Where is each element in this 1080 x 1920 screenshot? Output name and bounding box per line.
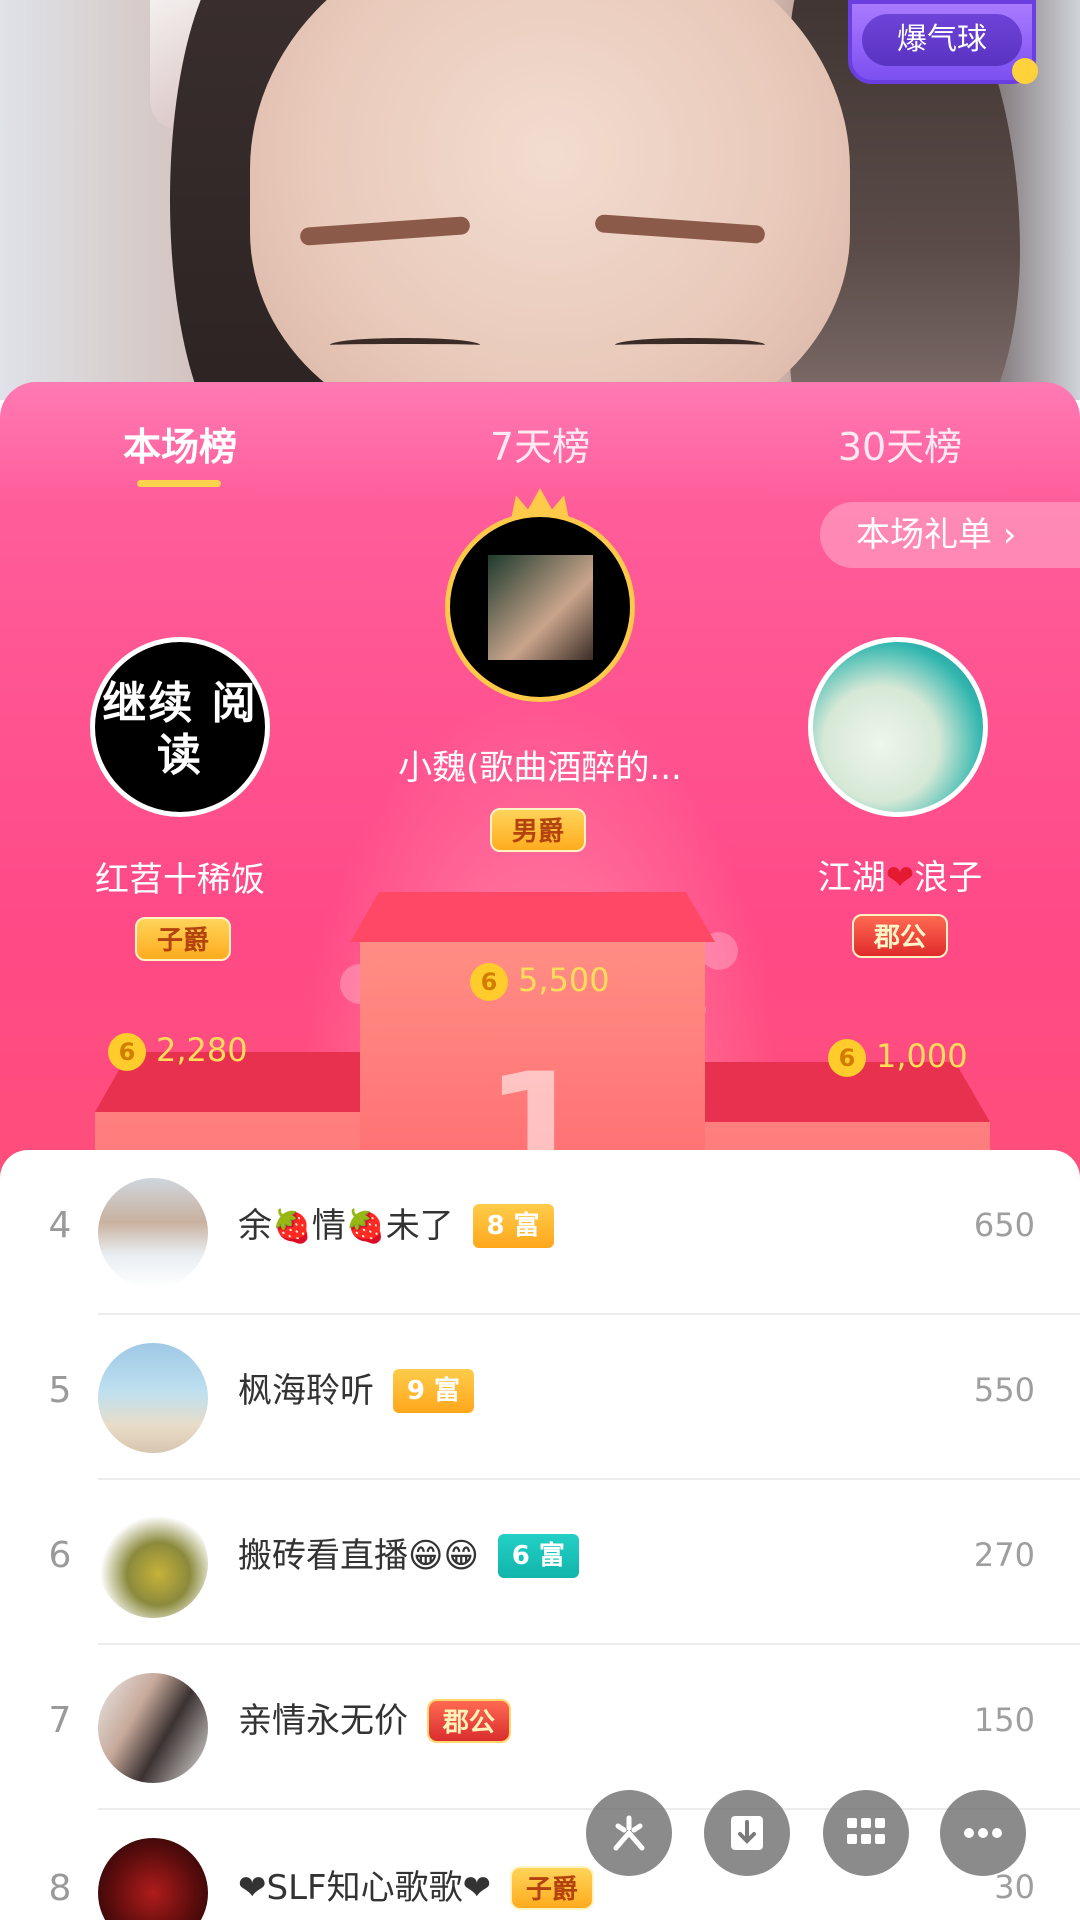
rank-number: 4 bbox=[48, 1205, 72, 1246]
user-name: 搬砖看直播😁😁 6 富 bbox=[238, 1534, 579, 1578]
name-text: 余 bbox=[238, 1206, 272, 1246]
video-eye-right bbox=[615, 338, 765, 352]
name-text: 枫海聆听 bbox=[238, 1371, 374, 1411]
list-item[interactable]: 7 亲情永无价 郡公 150 bbox=[0, 1645, 1080, 1810]
name-text: 情 bbox=[311, 1206, 346, 1246]
download-icon[interactable] bbox=[704, 1790, 790, 1876]
noble-title-badge: 郡公 bbox=[426, 1699, 511, 1743]
strawberry-icon: 🍓 bbox=[272, 1207, 312, 1245]
first-place-score-value: 5,500 bbox=[518, 961, 610, 999]
wealth-level-badge: 8 富 bbox=[472, 1204, 554, 1248]
boom-balloon-button[interactable]: 爆气球 bbox=[848, 0, 1038, 84]
tab-7-days[interactable]: 7天榜 bbox=[390, 416, 690, 471]
avatar[interactable] bbox=[98, 1343, 208, 1453]
more-glyph bbox=[964, 1828, 1002, 1838]
third-place-name: 江湖❤浪子 bbox=[780, 850, 1020, 899]
podium-top-1 bbox=[350, 892, 715, 942]
rank-number: 6 bbox=[48, 1535, 72, 1576]
more-icon[interactable] bbox=[940, 1790, 1026, 1876]
avatar[interactable] bbox=[98, 1178, 208, 1288]
grid-glyph bbox=[847, 1818, 885, 1844]
coin-icon: 6 bbox=[828, 1039, 866, 1077]
tab-this-session[interactable]: 本场榜 bbox=[30, 416, 330, 471]
first-place-name: 小魏(歌曲酒醉的... bbox=[398, 748, 682, 788]
user-name: 枫海聆听 9 富 bbox=[238, 1369, 474, 1413]
contribution-value: 150 bbox=[973, 1701, 1035, 1739]
tab-30-days[interactable]: 30天榜 bbox=[750, 416, 1050, 471]
list-item[interactable]: 5 枫海聆听 9 富 550 bbox=[0, 1315, 1080, 1480]
first-place-photo bbox=[488, 555, 593, 660]
user-name: 亲情永无价 郡公 bbox=[238, 1699, 511, 1743]
share-icon[interactable] bbox=[586, 1790, 672, 1876]
strawberry-icon: 🍓 bbox=[345, 1207, 386, 1245]
third-place-title-badge: 郡公 bbox=[852, 914, 949, 958]
wealth-level-badge: 9 富 bbox=[392, 1369, 474, 1413]
third-place-score-value: 1,000 bbox=[876, 1037, 968, 1075]
avatar[interactable] bbox=[98, 1508, 208, 1618]
list-item[interactable]: 6 搬砖看直播😁😁 6 富 270 bbox=[0, 1480, 1080, 1645]
grid-icon[interactable] bbox=[823, 1790, 909, 1876]
user-name: ❤SLF知心歌歌❤ 子爵 bbox=[238, 1866, 594, 1910]
contribution-value: 270 bbox=[973, 1536, 1035, 1574]
heart-icon: ❤ bbox=[885, 858, 915, 898]
contribution-value: 550 bbox=[973, 1371, 1035, 1409]
third-place-score: 6 1,000 bbox=[828, 1036, 968, 1077]
name-text: ❤SLF知心歌歌❤ bbox=[238, 1868, 492, 1908]
first-place-avatar[interactable] bbox=[445, 512, 635, 702]
share-glyph bbox=[613, 1815, 645, 1851]
contribution-value: 650 bbox=[973, 1206, 1035, 1244]
third-place-name-part2: 浪子 bbox=[914, 858, 983, 898]
rank-number: 8 bbox=[48, 1868, 72, 1909]
list-item[interactable]: 8 ❤SLF知心歌歌❤ 子爵 30 bbox=[0, 1810, 1080, 1920]
second-place-title-badge: 子爵 bbox=[135, 917, 232, 961]
second-place-avatar[interactable]: 继续 阅读 bbox=[90, 637, 270, 817]
rank-number: 5 bbox=[48, 1370, 72, 1411]
rank-number: 7 bbox=[48, 1700, 72, 1741]
second-place-name: 红苕十稀饭 bbox=[95, 860, 265, 900]
user-name: 余🍓情🍓未了 8 富 bbox=[238, 1204, 554, 1248]
video-eye-left bbox=[330, 338, 480, 352]
first-place-score: 6 5,500 bbox=[470, 960, 610, 1001]
video-face bbox=[250, 0, 850, 400]
third-place-avatar[interactable] bbox=[808, 637, 988, 817]
coin-icon: 6 bbox=[108, 1033, 146, 1071]
name-text: 未了 bbox=[385, 1206, 454, 1246]
ranking-list[interactable]: 4 余🍓情🍓未了 8 富 650 5 枫海聆听 9 富 550 6 搬砖看直播😁… bbox=[0, 1150, 1080, 1920]
third-place-name-part1: 江湖 bbox=[817, 858, 886, 898]
boom-balloon-label: 爆气球 bbox=[862, 14, 1022, 66]
name-text: 搬砖看直播😁😁 bbox=[238, 1536, 479, 1576]
list-item[interactable]: 4 余🍓情🍓未了 8 富 650 bbox=[0, 1150, 1080, 1315]
coin-icon: 6 bbox=[470, 963, 508, 1001]
noble-title-badge: 子爵 bbox=[509, 1866, 594, 1910]
wealth-level-badge: 6 富 bbox=[497, 1534, 579, 1578]
second-place-score-value: 2,280 bbox=[156, 1031, 248, 1069]
second-place-avatar-text: 继续 阅读 bbox=[102, 678, 258, 781]
name-text: 亲情永无价 bbox=[238, 1701, 408, 1741]
first-place-title-badge: 男爵 bbox=[490, 808, 587, 852]
active-tab-indicator bbox=[137, 480, 221, 487]
balloon-deco bbox=[1012, 58, 1038, 84]
avatar[interactable] bbox=[98, 1838, 208, 1920]
second-place-score: 6 2,280 bbox=[108, 1030, 248, 1071]
download-glyph bbox=[731, 1816, 763, 1850]
avatar[interactable] bbox=[98, 1673, 208, 1783]
